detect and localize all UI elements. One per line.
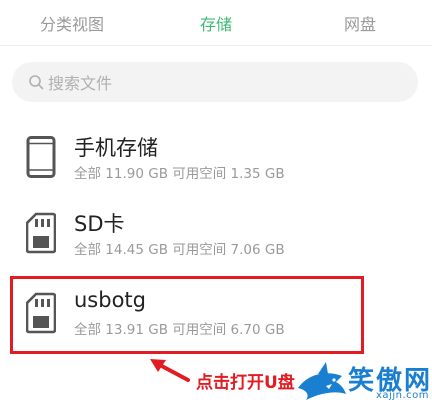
storage-item-name: SD卡	[74, 212, 125, 236]
search-input[interactable]: 搜索文件	[12, 62, 418, 102]
sd-card-icon	[26, 212, 56, 254]
tab-storage[interactable]: 存储	[144, 0, 288, 45]
storage-item-sd-card[interactable]: SD卡 全部 14.45 GB 可用空间 7.06 GB	[0, 196, 432, 274]
storage-item-detail: 全部 11.90 GB 可用空间 1.35 GB	[74, 166, 285, 182]
search-icon	[29, 75, 44, 90]
arrow-icon	[150, 359, 190, 382]
tab-label: 存储	[199, 14, 232, 34]
tab-cloud-drive[interactable]: 网盘	[288, 0, 432, 45]
search-placeholder: 搜索文件	[48, 74, 113, 93]
highlight-box	[10, 276, 364, 354]
storage-item-detail: 全部 14.45 GB 可用空间 7.06 GB	[74, 242, 285, 258]
tab-label: 网盘	[343, 14, 376, 34]
storage-item-phone[interactable]: 手机存储 全部 11.90 GB 可用空间 1.35 GB	[0, 120, 432, 198]
phone-icon	[26, 136, 56, 178]
watermark-url: xajjn.com	[376, 390, 429, 401]
top-tab-bar: 分类视图 存储 网盘	[0, 0, 432, 46]
tab-category-view[interactable]: 分类视图	[0, 0, 144, 45]
watermark: 笑傲网 xajjn.com	[296, 360, 432, 406]
instruction-annotation: 点击打开U盘	[196, 373, 295, 393]
storage-item-name: 手机存储	[74, 136, 158, 160]
tab-label: 分类视图	[39, 14, 104, 34]
shark-logo-icon	[298, 362, 346, 400]
